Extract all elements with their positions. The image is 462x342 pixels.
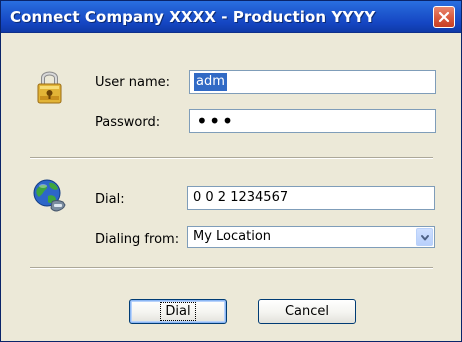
window-title: Connect Company XXXX - Production YYYY	[10, 8, 376, 26]
cancel-button[interactable]: Cancel	[258, 299, 356, 324]
dialing-from-value: My Location	[193, 229, 272, 244]
dial-label: Dial:	[95, 192, 125, 207]
user-name-label: User name:	[95, 75, 171, 90]
password-value: •••	[196, 109, 235, 133]
dial-button-label: Dial	[160, 302, 196, 321]
dialing-from-label: Dialing from:	[95, 232, 180, 247]
dialing-from-dropdown-button[interactable]	[416, 228, 433, 246]
close-icon	[438, 11, 450, 23]
padlock-icon	[37, 71, 62, 104]
section-divider	[30, 157, 433, 159]
globe-phone-icon	[33, 179, 66, 212]
dialing-from-select[interactable]: My Location	[187, 226, 435, 248]
cancel-button-label: Cancel	[284, 304, 330, 319]
connect-dialog-window: Connect Company XXXX - Production YYYY U…	[0, 0, 462, 342]
close-button[interactable]	[433, 6, 455, 28]
dial-number-field[interactable]: 0 0 2 1234567	[187, 186, 435, 210]
chevron-down-icon	[421, 235, 429, 241]
user-name-field[interactable]: adm	[189, 70, 436, 94]
dial-number-value: 0 0 2 1234567	[193, 190, 289, 205]
button-divider	[30, 267, 433, 269]
dialog-body: User name: adm Password: ••• Dial: 0 0 2…	[1, 33, 461, 341]
user-name-value: adm	[194, 73, 227, 91]
password-field[interactable]: •••	[189, 109, 436, 133]
password-label: Password:	[95, 115, 161, 130]
dial-button[interactable]: Dial	[129, 299, 227, 324]
title-bar[interactable]: Connect Company XXXX - Production YYYY	[1, 1, 461, 33]
